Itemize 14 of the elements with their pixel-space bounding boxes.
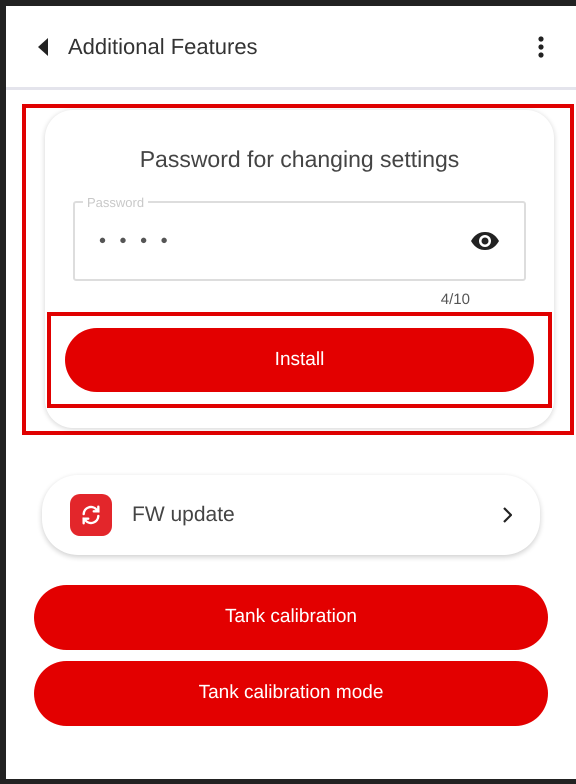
fw-update-label: FW update (132, 502, 236, 528)
character-counter: 4/10 (440, 290, 470, 310)
install-button[interactable]: Install (65, 328, 534, 392)
fw-update-row[interactable]: FW update (42, 475, 540, 555)
calibration-button[interactable]: Tank calibration (34, 585, 548, 650)
eye-icon[interactable] (470, 230, 500, 250)
refresh-icon (70, 494, 112, 536)
password-value: • • • • (99, 228, 173, 254)
more-options-icon[interactable] (538, 36, 544, 58)
back-icon[interactable] (38, 38, 48, 56)
page-title: Additional Features (68, 33, 259, 61)
chevron-right-icon (502, 507, 512, 523)
calibration-button[interactable]: Tank calibration mode (34, 661, 548, 726)
card-title: Password for changing settings (138, 145, 460, 174)
